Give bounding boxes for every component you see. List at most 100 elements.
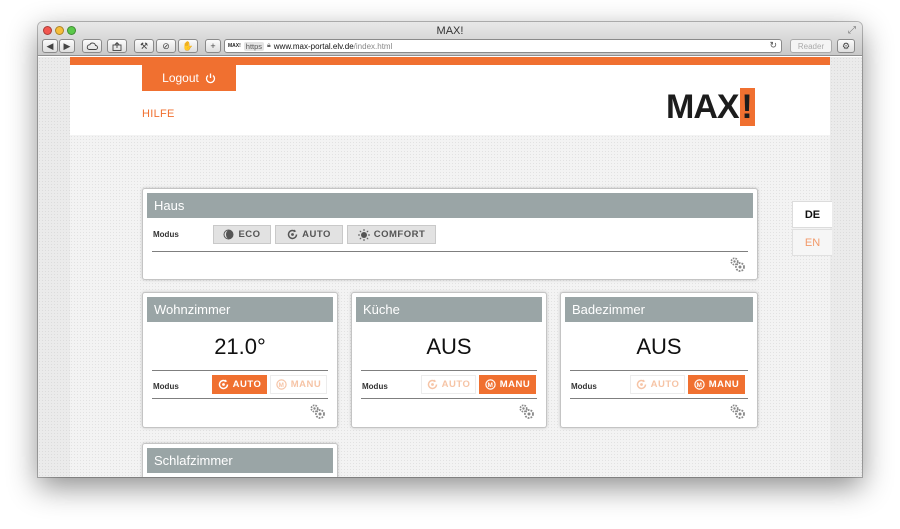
settings-gears-icon[interactable] (729, 403, 746, 420)
room-manu-button[interactable]: M MANU (479, 375, 536, 394)
max-logo: MAX ! (666, 88, 755, 126)
back-icon: ◀ (46, 40, 54, 51)
house-auto-button[interactable]: AUTO (275, 225, 343, 244)
page-header: Logout HILFE MAX ! (70, 65, 830, 135)
reader-button[interactable]: Reader (790, 39, 832, 53)
reload-icon[interactable]: ↻ (769, 40, 777, 51)
room-card-kueche: Küche AUS Modus AUTO M MANU (351, 292, 547, 428)
stop-button[interactable]: ⊘ (156, 39, 176, 53)
stop-icon: ⊘ (162, 40, 170, 51)
wrench-icon: ⚒ (139, 40, 149, 51)
address-bar[interactable]: MAX! https 🔒︎ www.max-portal.elv.de/inde… (224, 39, 782, 53)
fullscreen-icon[interactable]: ⤢ (848, 25, 856, 36)
room-card-badezimmer: Badezimmer AUS Modus AUTO M MANU (560, 292, 758, 428)
logout-label: Logout (162, 71, 199, 85)
site-favicon: MAX! (228, 43, 241, 49)
icloud-button[interactable] (82, 39, 102, 53)
room-card-schlafzimmer: Schlafzimmer (142, 443, 338, 477)
sun-icon (357, 228, 370, 241)
auto-cycle-icon (287, 229, 298, 240)
top-accent-bar (70, 57, 830, 65)
share-button[interactable] (107, 39, 127, 53)
new-tab-button[interactable]: + (205, 39, 221, 53)
manual-m-icon: M (276, 379, 287, 390)
logo-text: MAX (666, 88, 740, 126)
url-scheme-badge: https (243, 41, 265, 51)
modus-label: Modus (571, 382, 597, 391)
room-manu-label: MANU (708, 379, 740, 390)
house-card: Haus Modus ECO AUTO COMFORT (142, 188, 758, 280)
back-button[interactable]: ◀ (42, 39, 58, 53)
divider (570, 398, 748, 399)
settings-gears-icon[interactable] (518, 403, 535, 420)
comfort-button[interactable]: COMFORT (347, 225, 436, 244)
auto-cycle-icon (636, 379, 646, 390)
modus-label: Modus (153, 382, 179, 391)
divider (152, 251, 748, 252)
url-host: www.max-portal.elv.de (273, 41, 354, 51)
room-card-wohnzimmer: Wohnzimmer 21.0° Modus AUTO M MANU (142, 292, 338, 428)
url-path: /index.html (353, 41, 393, 51)
room-temperature: AUS (426, 334, 472, 359)
house-auto-label: AUTO (302, 229, 331, 240)
logout-button[interactable]: Logout (142, 65, 236, 91)
modus-label: Modus (153, 230, 179, 239)
forward-button[interactable]: ▶ (59, 39, 75, 53)
room-manu-label: MANU (499, 379, 531, 390)
hand-icon: ✋ (182, 40, 194, 51)
svg-text:M: M (278, 382, 284, 389)
forward-icon: ▶ (63, 40, 71, 51)
room-manu-button[interactable]: M MANU (270, 375, 327, 394)
modus-label: Modus (362, 382, 388, 391)
divider (152, 370, 328, 371)
manual-m-icon: M (485, 379, 496, 390)
divider (361, 398, 537, 399)
logo-exclamation: ! (739, 88, 755, 126)
language-en-tab[interactable]: EN (792, 229, 832, 256)
room-manu-button[interactable]: M MANU (688, 375, 745, 394)
language-de-tab[interactable]: DE (792, 201, 832, 228)
house-card-title: Haus (147, 193, 753, 218)
hand-button[interactable]: ✋ (178, 39, 198, 53)
share-icon (112, 41, 122, 51)
power-icon (205, 73, 215, 83)
room-title: Schlafzimmer (147, 448, 333, 473)
room-temperature: 21.0° (214, 334, 266, 359)
browser-toolbar: MAX! ⤢ ◀ ▶ ⚒ ⊘ ✋ + MAX! https 🔒︎ www.max… (38, 22, 862, 56)
page-content: Logout HILFE MAX ! Haus Modus ECO AUTO C… (70, 57, 830, 477)
wrench-button[interactable]: ⚒ (134, 39, 154, 53)
help-link[interactable]: HILFE (142, 108, 175, 120)
room-manu-label: MANU (290, 379, 322, 390)
room-temperature: AUS (636, 334, 682, 359)
browser-window: MAX! ⤢ ◀ ▶ ⚒ ⊘ ✋ + MAX! https 🔒︎ www.max… (38, 22, 862, 477)
settings-button[interactable]: ⚙ (837, 39, 855, 53)
settings-gears-icon[interactable] (309, 403, 326, 420)
svg-text:M: M (696, 382, 702, 389)
room-auto-label: AUTO (650, 379, 680, 390)
divider (570, 370, 748, 371)
room-title: Küche (356, 297, 542, 322)
lock-icon: 🔒︎ (267, 42, 271, 49)
divider (152, 398, 328, 399)
room-title: Badezimmer (565, 297, 753, 322)
svg-text:M: M (487, 382, 493, 389)
divider (361, 370, 537, 371)
room-title: Wohnzimmer (147, 297, 333, 322)
auto-cycle-icon (427, 379, 437, 390)
add-icon: + (210, 41, 216, 51)
room-auto-button[interactable]: AUTO (630, 375, 685, 394)
eco-button[interactable]: ECO (213, 225, 271, 244)
auto-cycle-icon (218, 379, 228, 390)
room-auto-button[interactable]: AUTO (421, 375, 476, 394)
room-auto-label: AUTO (232, 379, 262, 390)
cloud-icon (86, 42, 98, 50)
room-auto-button[interactable]: AUTO (212, 375, 267, 394)
window-title: MAX! (436, 25, 464, 37)
manual-m-icon: M (694, 379, 705, 390)
comfort-label: COMFORT (373, 229, 426, 240)
room-auto-label: AUTO (441, 379, 471, 390)
moon-icon (223, 229, 234, 240)
settings-gears-icon[interactable] (729, 256, 746, 273)
gear-icon: ⚙ (841, 40, 851, 51)
eco-label: ECO (238, 229, 261, 240)
